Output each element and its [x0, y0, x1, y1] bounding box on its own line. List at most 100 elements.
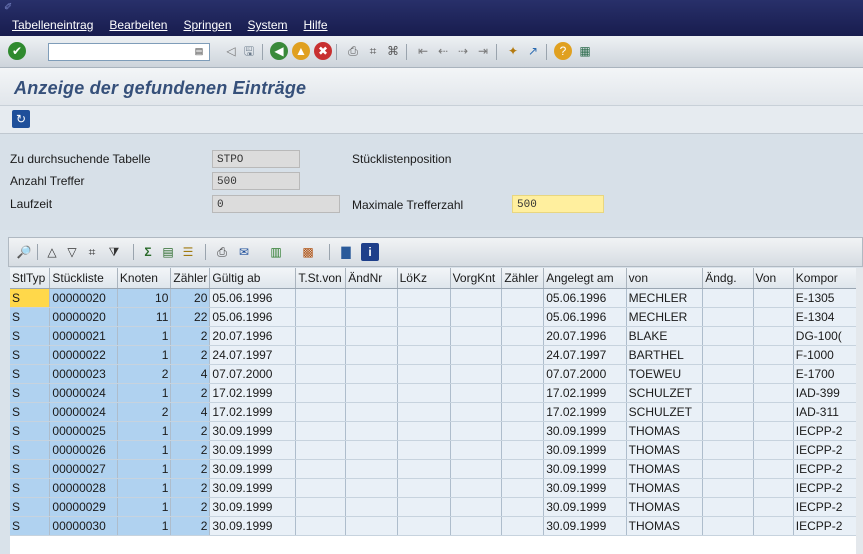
- column-header[interactable]: ÄndNr: [345, 268, 398, 289]
- table-row[interactable]: S 00000028 1 2 30.09.1999 30.09.1999 THOMAS IEC…: [10, 478, 863, 498]
- table-cell[interactable]: BLAKE: [626, 326, 704, 346]
- table-cell[interactable]: [501, 497, 545, 517]
- table-cell[interactable]: 20.07.1996: [209, 326, 297, 346]
- table-cell[interactable]: S: [10, 383, 51, 403]
- table-cell[interactable]: [753, 497, 794, 517]
- table-cell[interactable]: 1: [117, 326, 172, 346]
- table-cell[interactable]: E-1304: [793, 307, 863, 327]
- information-icon[interactable]: i: [361, 243, 379, 261]
- table-cell[interactable]: S: [10, 402, 51, 422]
- table-cell[interactable]: [702, 345, 754, 365]
- sum-icon[interactable]: Σ: [139, 243, 157, 261]
- table-cell[interactable]: SCHULZET: [626, 402, 704, 422]
- export-icon[interactable]: ⎙: [213, 243, 231, 261]
- find-icon[interactable]: ⌗: [364, 42, 382, 60]
- table-cell[interactable]: [753, 364, 794, 384]
- table-row[interactable]: S 00000026 1 2 30.09.1999 30.09.1999 THOMAS IEC…: [10, 440, 863, 460]
- table-cell[interactable]: THOMAS: [626, 516, 704, 536]
- table-cell[interactable]: [295, 478, 347, 498]
- shortcut-icon[interactable]: ↗: [524, 42, 542, 60]
- menu-hilfe[interactable]: Hilfe: [304, 18, 328, 32]
- table-cell[interactable]: 30.09.1999: [543, 497, 627, 517]
- table-cell[interactable]: S: [10, 288, 51, 308]
- graphic-icon[interactable]: ▇: [337, 243, 355, 261]
- table-cell[interactable]: 00000020: [49, 288, 118, 308]
- table-cell[interactable]: [702, 440, 754, 460]
- first-page-icon[interactable]: ⇤: [414, 42, 432, 60]
- table-cell[interactable]: 2: [117, 402, 172, 422]
- table-cell[interactable]: 2: [170, 459, 211, 479]
- table-cell[interactable]: [345, 478, 398, 498]
- table-cell[interactable]: [345, 307, 398, 327]
- table-cell[interactable]: [295, 459, 347, 479]
- find-grid-icon[interactable]: ⌗: [83, 243, 101, 261]
- table-cell[interactable]: 05.06.1996: [543, 307, 627, 327]
- column-header[interactable]: Von: [753, 268, 794, 289]
- table-cell[interactable]: [501, 478, 545, 498]
- sort-descending-icon[interactable]: ▽: [63, 243, 81, 261]
- table-cell[interactable]: [295, 364, 347, 384]
- table-cell[interactable]: 2: [170, 440, 211, 460]
- table-cell[interactable]: DG-100(: [793, 326, 863, 346]
- back-icon[interactable]: ◀: [270, 42, 288, 60]
- table-cell[interactable]: [397, 383, 451, 403]
- table-cell[interactable]: 17.02.1999: [209, 383, 297, 403]
- table-cell[interactable]: 1: [117, 345, 172, 365]
- table-cell[interactable]: [295, 383, 347, 403]
- new-session-icon[interactable]: ✦: [504, 42, 522, 60]
- table-cell[interactable]: [702, 459, 754, 479]
- table-cell[interactable]: [450, 326, 503, 346]
- back-arrow-icon[interactable]: ◁: [222, 42, 240, 60]
- menu-springen[interactable]: Springen: [183, 18, 231, 32]
- table-cell[interactable]: [397, 478, 451, 498]
- table-cell[interactable]: [753, 440, 794, 460]
- table-cell[interactable]: 2: [170, 516, 211, 536]
- table-cell[interactable]: 20: [170, 288, 211, 308]
- table-cell[interactable]: 30.09.1999: [209, 478, 297, 498]
- table-cell[interactable]: [345, 497, 398, 517]
- table-cell[interactable]: 17.02.1999: [543, 402, 627, 422]
- table-row[interactable]: S 00000022 1 2 24.07.1997 24.07.1997 BARTHEL F-…: [10, 345, 863, 365]
- table-cell[interactable]: 17.02.1999: [543, 383, 627, 403]
- table-row[interactable]: S 00000020 10 20 05.06.1996 05.06.1996 MECHLER…: [10, 288, 863, 308]
- table-cell[interactable]: 2: [170, 478, 211, 498]
- table-cell[interactable]: 1: [117, 497, 172, 517]
- table-cell[interactable]: [295, 516, 347, 536]
- table-cell[interactable]: 30.09.1999: [543, 478, 627, 498]
- table-cell[interactable]: SCHULZET: [626, 383, 704, 403]
- table-cell[interactable]: 00000023: [49, 364, 118, 384]
- table-cell[interactable]: 1: [117, 383, 172, 403]
- filter-icon[interactable]: ⧩: [105, 243, 123, 261]
- table-cell[interactable]: IECPP-2: [793, 497, 863, 517]
- table-cell[interactable]: [702, 326, 754, 346]
- table-cell[interactable]: [702, 516, 754, 536]
- table-cell[interactable]: [450, 478, 503, 498]
- table-cell[interactable]: [753, 345, 794, 365]
- column-header[interactable]: Angelegt am: [543, 268, 627, 289]
- table-cell[interactable]: [397, 421, 451, 441]
- history-dropdown-icon[interactable]: ▤: [192, 44, 206, 58]
- table-cell[interactable]: MECHLER: [626, 307, 704, 327]
- table-cell[interactable]: [501, 516, 545, 536]
- table-cell[interactable]: [702, 288, 754, 308]
- table-cell[interactable]: [753, 402, 794, 422]
- table-cell[interactable]: S: [10, 440, 51, 460]
- table-cell[interactable]: BARTHEL: [626, 345, 704, 365]
- table-cell[interactable]: [345, 364, 398, 384]
- table-cell[interactable]: [295, 402, 347, 422]
- table-cell[interactable]: 4: [170, 402, 211, 422]
- table-cell[interactable]: 2: [170, 383, 211, 403]
- column-header[interactable]: VorgKnt: [450, 268, 503, 289]
- table-cell[interactable]: [397, 497, 451, 517]
- table-cell[interactable]: S: [10, 345, 51, 365]
- column-header[interactable]: von: [626, 268, 704, 289]
- table-cell[interactable]: [450, 307, 503, 327]
- table-cell[interactable]: [295, 345, 347, 365]
- table-cell[interactable]: [450, 288, 503, 308]
- table-cell[interactable]: [501, 288, 545, 308]
- table-cell[interactable]: E-1700: [793, 364, 863, 384]
- table-row[interactable]: S 00000023 2 4 07.07.2000 07.07.2000 TOEWEU E-1…: [10, 364, 863, 384]
- find-next-icon[interactable]: ⌘: [384, 42, 402, 60]
- table-cell[interactable]: S: [10, 326, 51, 346]
- table-cell[interactable]: 1: [117, 440, 172, 460]
